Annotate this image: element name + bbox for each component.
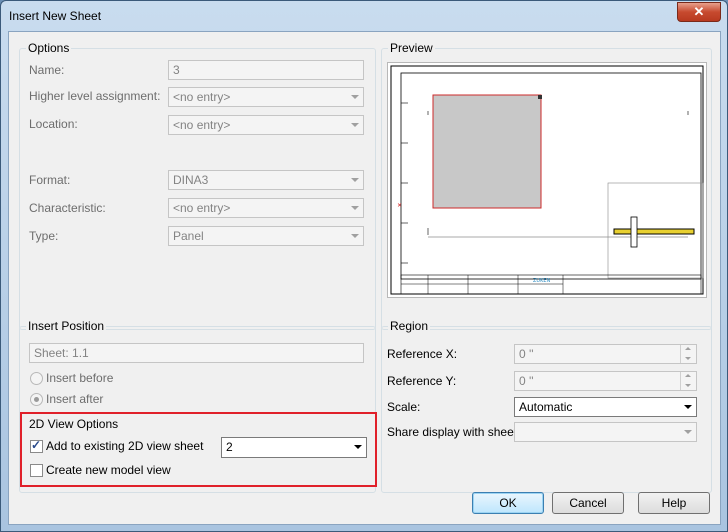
format-value: DINA3	[173, 173, 209, 187]
chevron-down-icon	[347, 171, 363, 189]
chevron-down-icon	[680, 398, 696, 416]
create-model-checkbox[interactable]	[30, 464, 43, 477]
name-field[interactable]: 3	[168, 60, 364, 80]
view2d-group-label: 2D View Options	[29, 417, 119, 431]
add-existing-combo[interactable]: 2	[221, 437, 367, 458]
ref-y-label: Reference Y:	[387, 374, 457, 388]
region-group-label: Region	[388, 319, 431, 333]
higher-level-value: <no entry>	[173, 90, 231, 104]
create-model-label: Create new model view	[46, 463, 171, 477]
location-combo[interactable]: <no entry>	[168, 115, 364, 135]
scale-combo[interactable]: Automatic	[514, 397, 697, 417]
svg-text:×: ×	[397, 202, 402, 209]
chevron-down-icon	[347, 227, 363, 245]
spinner-arrows-icon	[680, 372, 696, 390]
sheet-region-rect	[432, 94, 542, 209]
chevron-down-icon	[680, 423, 696, 441]
sheet-preview-drawing: × ZUKEN	[390, 65, 704, 295]
type-value: Panel	[173, 229, 204, 243]
scale-label: Scale:	[387, 400, 421, 414]
zuken-logo: ZUKEN	[533, 278, 551, 284]
share-display-combo[interactable]	[514, 422, 697, 442]
name-label: Name:	[29, 63, 65, 77]
add-existing-label: Add to existing 2D view sheet	[46, 439, 204, 453]
chevron-down-icon	[350, 438, 366, 456]
ref-y-spinner[interactable]: 0 ''	[514, 371, 697, 391]
sheet-field[interactable]: Sheet: 1.1	[29, 343, 364, 363]
share-display-label: Share display with sheet:	[387, 425, 521, 439]
close-icon: ✕	[693, 4, 705, 19]
add-existing-checkbox[interactable]	[30, 438, 43, 453]
ok-button[interactable]: OK	[472, 492, 544, 514]
insert-before-radio[interactable]	[30, 372, 43, 385]
insert-after-radio[interactable]	[30, 393, 43, 406]
spinner-arrows-icon	[680, 345, 696, 363]
insert-position-group-label: Insert Position	[26, 319, 107, 333]
add-existing-value: 2	[226, 440, 233, 454]
scale-value: Automatic	[519, 400, 573, 414]
cancel-button[interactable]: Cancel	[552, 492, 624, 514]
higher-level-label: Higher level assignment:	[29, 89, 161, 103]
insert-before-label: Insert before	[46, 371, 114, 385]
window-title: Insert New Sheet	[9, 9, 102, 23]
dialog-client: Options Name: 3 Higher level assignment:…	[8, 31, 721, 525]
chevron-down-icon	[347, 199, 363, 217]
preview-canvas: × ZUKEN	[387, 62, 707, 298]
insert-after-label: Insert after	[46, 392, 104, 406]
characteristic-value: <no entry>	[173, 201, 231, 215]
ref-x-value: 0 ''	[519, 347, 534, 361]
preview-group-label: Preview	[388, 41, 435, 55]
help-button[interactable]: Help	[638, 492, 710, 514]
type-label: Type:	[29, 229, 59, 243]
close-button[interactable]: ✕	[677, 2, 721, 22]
higher-level-combo[interactable]: <no entry>	[168, 87, 364, 107]
characteristic-label: Characteristic:	[29, 201, 106, 215]
ref-x-spinner[interactable]: 0 ''	[514, 344, 697, 364]
title-bar[interactable]: Insert New Sheet ✕	[1, 1, 727, 31]
format-label: Format:	[29, 173, 71, 187]
type-combo[interactable]: Panel	[168, 226, 364, 246]
location-label: Location:	[29, 117, 78, 131]
characteristic-combo[interactable]: <no entry>	[168, 198, 364, 218]
chevron-down-icon	[347, 116, 363, 134]
options-group-label: Options	[26, 41, 72, 55]
ref-y-value: 0 ''	[519, 374, 534, 388]
chevron-down-icon	[347, 88, 363, 106]
format-combo[interactable]: DINA3	[168, 170, 364, 190]
ref-x-label: Reference X:	[387, 347, 458, 361]
dialog-window: Insert New Sheet ✕ Options Name: 3 Highe…	[0, 0, 728, 532]
location-value: <no entry>	[173, 118, 231, 132]
